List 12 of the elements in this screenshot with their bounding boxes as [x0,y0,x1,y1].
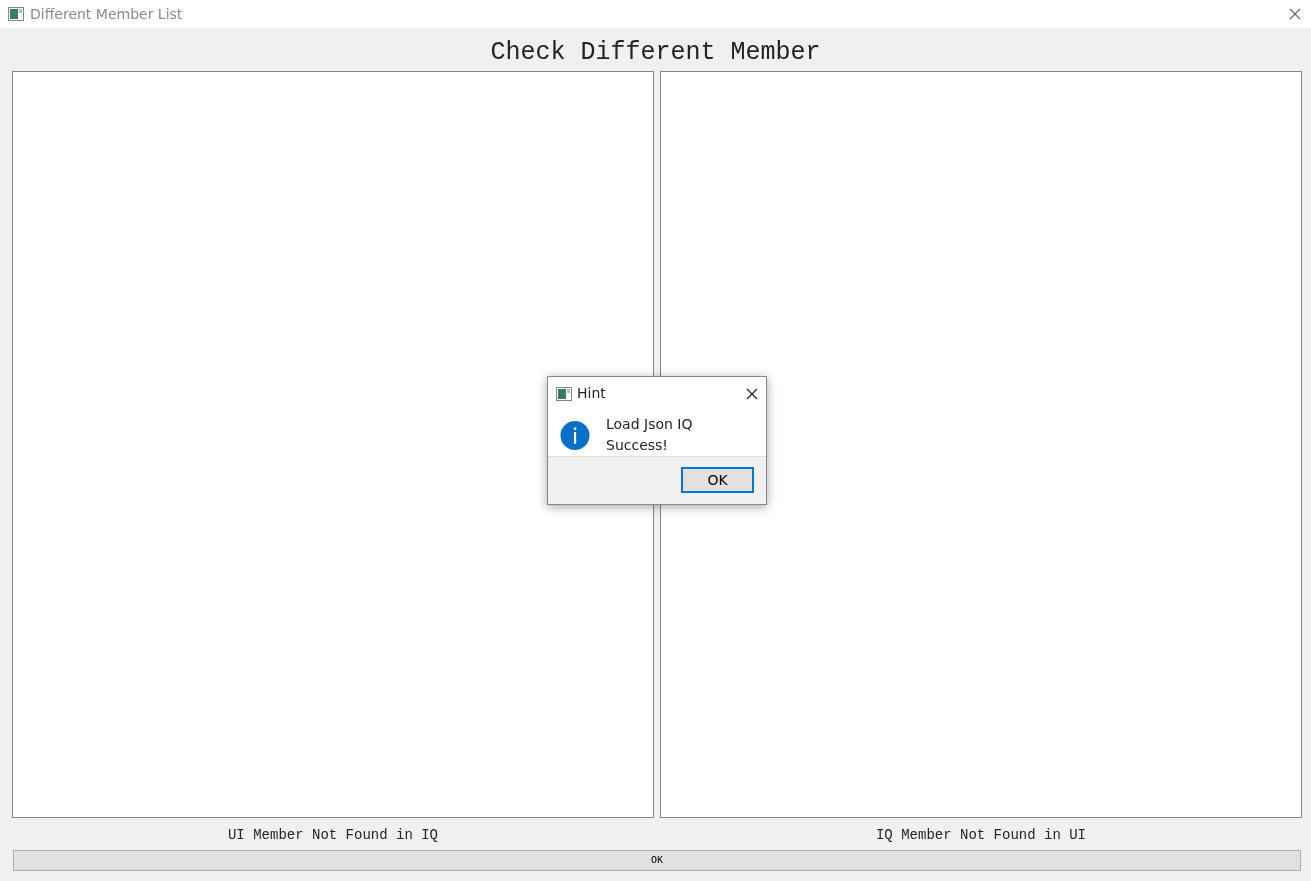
dialog-message: Load Json IQ Success! [606,415,694,455]
list-label: IQ Member Not Found in UI [875,827,1086,843]
ok-button[interactable]: OK [681,467,754,493]
list-label: UI Member Not Found in IQ [227,827,438,843]
dialog-title: Hint [577,384,607,403]
app-icon [556,386,572,401]
info-icon [560,419,590,451]
heading: Check Different Member [489,37,822,69]
close-icon[interactable] [746,387,758,400]
window-title: Different Member List [30,4,183,24]
app-icon [8,7,24,21]
ok-button[interactable]: OK [13,850,1301,871]
